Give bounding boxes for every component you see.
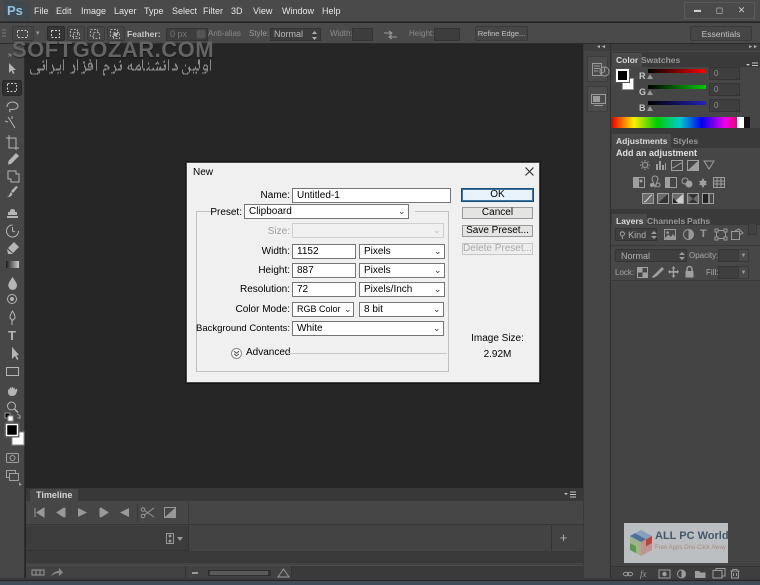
svg-text:T: T [8,328,16,343]
svg-text:fx: fx [640,569,647,579]
